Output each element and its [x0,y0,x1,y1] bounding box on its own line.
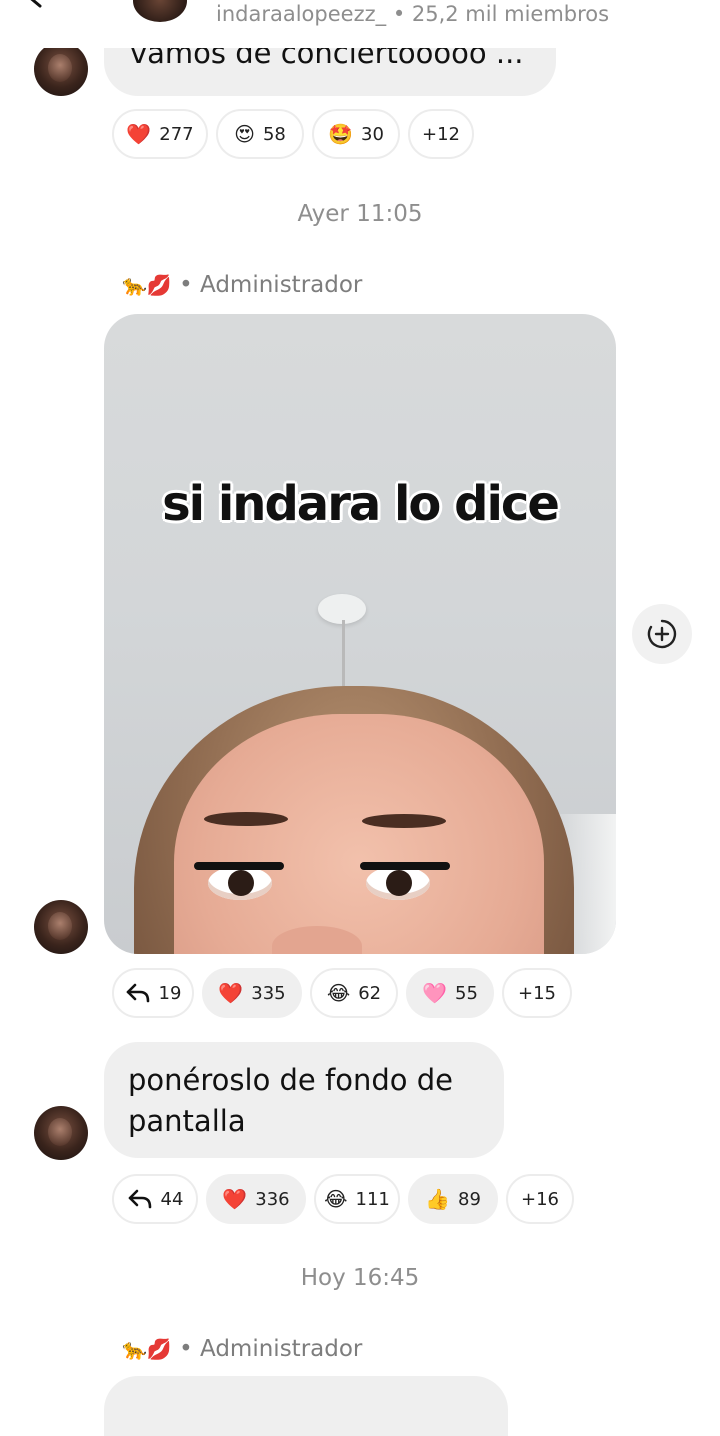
sender-role: • Administrador [179,272,363,298]
reaction-count: 89 [458,1188,481,1210]
reaction-emoji: 😍 [234,122,255,146]
reaction-emoji: ❤️ [222,1187,248,1211]
sender-emoji: 🐆💋 [122,273,172,297]
add-sticker-button[interactable] [632,604,692,664]
photo-eye [366,866,430,900]
reaction-emoji: 😂 [326,981,351,1005]
photo-eye [208,866,272,900]
reaction-count: 62 [358,982,382,1004]
reaction-count: +12 [422,123,460,145]
add-sticker-icon [647,619,677,649]
chat-header: indaraalopeezz_ • 25,2 mil miembros [0,0,720,48]
photo-brow [204,812,288,826]
reaction-emoji: ❤️ [126,122,152,146]
more-reactions-pill[interactable]: +12 [408,109,474,159]
media-caption: si indara lo dice [162,476,560,532]
bell-icon[interactable] [640,0,680,18]
message-bubble[interactable]: ponéroslo de fondo de pantalla [104,1042,504,1158]
media-message[interactable]: si indara lo dice [104,314,616,954]
reply-arrow-icon [126,983,149,1003]
reaction-pill[interactable]: 🤩 30 [312,109,400,159]
message-bubble[interactable] [104,1376,508,1436]
reaction-emoji: 🤩 [328,122,353,146]
reply-count: 44 [160,1188,184,1210]
reaction-pill[interactable]: 😂 62 [310,968,398,1018]
reply-count-pill[interactable]: 19 [112,968,194,1018]
reaction-pill[interactable]: 😍 58 [216,109,304,159]
timestamp: Ayer 11:05 [297,201,423,227]
back-arrow-icon[interactable] [20,0,48,10]
reaction-pill[interactable]: 😂 111 [314,1174,400,1224]
reaction-pill[interactable]: 👍 89 [408,1174,498,1224]
sender-line[interactable]: 🐆💋 • Administrador [122,272,362,298]
reaction-count: 30 [361,123,384,145]
reaction-pill[interactable]: 🩷 55 [406,968,494,1018]
photo-brow [362,814,446,828]
reaction-emoji: 👍 [425,1187,450,1211]
photo-lash [360,862,450,870]
sender-avatar[interactable] [34,1106,88,1160]
reaction-pill[interactable]: ❤️ 335 [202,968,302,1018]
reply-count: 19 [158,982,182,1004]
sender-role: • Administrador [179,1336,363,1362]
member-count: • 25,2 mil miembros [392,2,610,26]
sender-avatar[interactable] [34,42,88,96]
reply-arrow-icon [128,1189,151,1209]
reaction-pill[interactable]: ❤️ 277 [112,109,208,159]
reaction-emoji: 🩷 [422,981,447,1005]
reaction-emoji: 😂 [324,1187,348,1211]
message-text: ponéroslo de fondo de pantalla [128,1063,453,1138]
reaction-count: 111 [355,1188,390,1210]
reaction-count: 55 [455,982,478,1004]
sender-line[interactable]: 🐆💋 • Administrador [122,1336,362,1362]
sender-avatar[interactable] [34,900,88,954]
reaction-pill[interactable]: ❤️ 336 [206,1174,306,1224]
reaction-count: 336 [255,1188,290,1210]
reaction-bar: ❤️ 277 😍 58 🤩 30 +12 [112,109,474,159]
reaction-count: 58 [262,123,286,145]
reaction-emoji: ❤️ [218,981,244,1005]
reaction-count: +16 [521,1188,559,1210]
photo-lash [194,862,284,870]
sender-emoji: 🐆💋 [122,1337,172,1361]
group-avatar[interactable] [133,0,187,22]
reaction-count: 335 [251,982,286,1004]
reaction-count: +15 [518,982,556,1004]
reaction-bar: 19 ❤️ 335 😂 62 🩷 55 +15 [112,968,572,1018]
reaction-bar: 44 ❤️ 336 😂 111 👍 89 +16 [112,1174,574,1224]
reaction-count: 277 [159,123,194,145]
timestamp: Hoy 16:45 [300,1265,420,1291]
more-reactions-pill[interactable]: +15 [502,968,572,1018]
reply-count-pill[interactable]: 44 [112,1174,198,1224]
more-reactions-pill[interactable]: +16 [506,1174,574,1224]
group-name: indaraalopeezz_ [216,2,387,26]
group-title[interactable]: indaraalopeezz_ • 25,2 mil miembros [216,2,609,26]
